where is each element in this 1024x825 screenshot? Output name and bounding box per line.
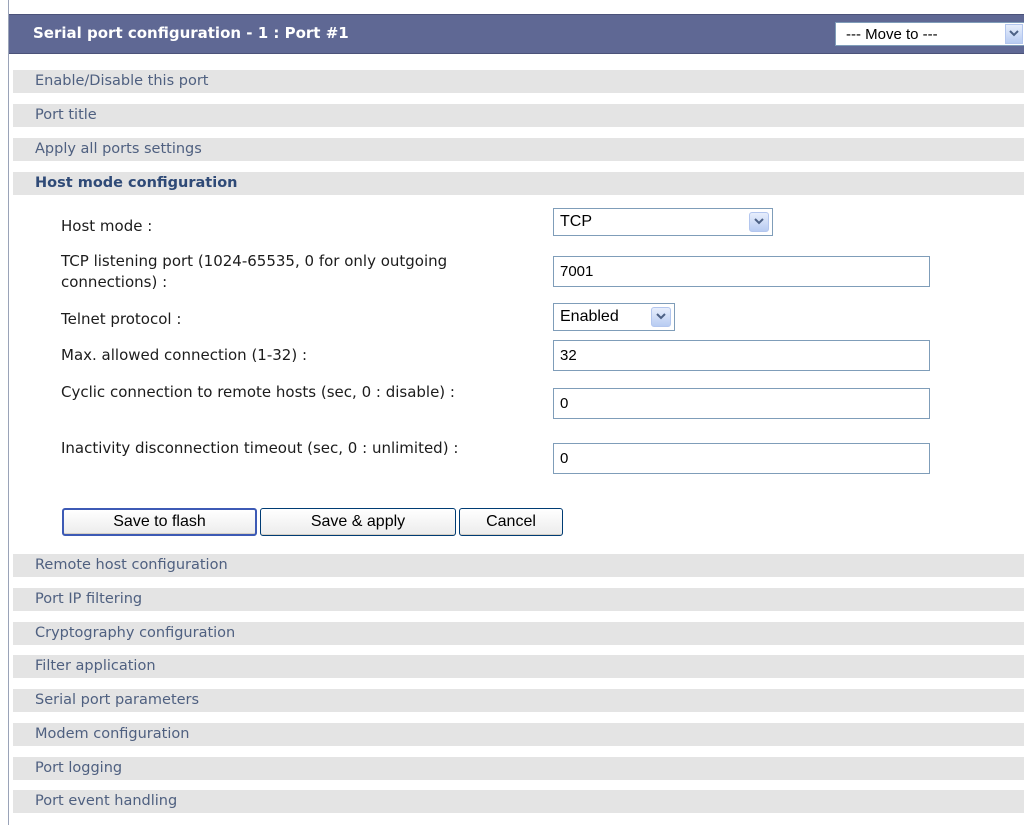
- inactivity-label: Inactivity disconnection timeout (sec, 0…: [61, 439, 459, 457]
- page-title: Serial port configuration - 1 : Port #1: [33, 24, 349, 42]
- section-modem[interactable]: Modem configuration: [13, 723, 1024, 746]
- host-mode-value: TCP: [560, 213, 592, 230]
- section-label: Host mode configuration: [35, 175, 238, 191]
- max-conn-value: 32: [560, 347, 577, 364]
- config-panel: Serial port configuration - 1 : Port #1 …: [8, 0, 1024, 825]
- chevron-down-icon[interactable]: [1005, 24, 1023, 44]
- max-conn-label: Max. allowed connection (1-32) :: [61, 346, 308, 364]
- inactivity-input[interactable]: 0: [553, 443, 930, 474]
- section-label: Port IP filtering: [35, 591, 143, 607]
- section-event-handling[interactable]: Port event handling: [13, 790, 1024, 813]
- telnet-label: Telnet protocol :: [61, 310, 182, 328]
- section-label: Remote host configuration: [35, 557, 228, 573]
- chevron-down-icon[interactable]: [749, 212, 769, 232]
- cyclic-input[interactable]: 0: [553, 388, 930, 419]
- telnet-select[interactable]: Enabled: [553, 303, 675, 331]
- section-label: Enable/Disable this port: [35, 73, 209, 89]
- section-port-title[interactable]: Port title: [13, 104, 1024, 127]
- cancel-button[interactable]: Cancel: [459, 508, 563, 536]
- telnet-value: Enabled: [560, 308, 619, 325]
- move-to-value: --- Move to ---: [846, 26, 938, 43]
- section-enable-disable[interactable]: Enable/Disable this port: [13, 70, 1024, 93]
- panel-header: Serial port configuration - 1 : Port #1 …: [9, 14, 1024, 54]
- section-serial-params[interactable]: Serial port parameters: [13, 689, 1024, 712]
- section-cryptography[interactable]: Cryptography configuration: [13, 622, 1024, 645]
- move-to-select[interactable]: --- Move to ---: [835, 22, 1024, 46]
- section-ip-filtering[interactable]: Port IP filtering: [13, 588, 1024, 611]
- section-port-logging[interactable]: Port logging: [13, 757, 1024, 780]
- section-label: Cryptography configuration: [35, 625, 236, 641]
- save-apply-button[interactable]: Save & apply: [260, 508, 456, 536]
- section-remote-host[interactable]: Remote host configuration: [13, 554, 1024, 577]
- section-filter-application[interactable]: Filter application: [13, 655, 1024, 678]
- section-label: Apply all ports settings: [35, 141, 202, 157]
- section-label: Filter application: [35, 658, 156, 674]
- chevron-down-icon[interactable]: [651, 307, 671, 327]
- tcp-port-label: TCP listening port (1024-65535, 0 for on…: [61, 252, 448, 291]
- tcp-port-value: 7001: [560, 263, 594, 280]
- section-label: Port title: [35, 107, 97, 123]
- host-mode-select[interactable]: TCP: [553, 208, 773, 236]
- cyclic-value: 0: [560, 395, 569, 412]
- section-host-mode[interactable]: Host mode configuration: [13, 172, 1024, 195]
- section-label: Serial port parameters: [35, 692, 200, 708]
- section-label: Port logging: [35, 760, 123, 776]
- section-label: Modem configuration: [35, 726, 190, 742]
- tcp-port-input[interactable]: 7001: [553, 256, 930, 287]
- save-to-flash-button[interactable]: Save to flash: [62, 508, 257, 536]
- max-conn-input[interactable]: 32: [553, 340, 930, 371]
- inactivity-value: 0: [560, 450, 569, 467]
- section-apply-all[interactable]: Apply all ports settings: [13, 138, 1024, 161]
- cyclic-label: Cyclic connection to remote hosts (sec, …: [61, 383, 455, 401]
- section-label: Port event handling: [35, 793, 178, 809]
- host-mode-label: Host mode :: [61, 217, 153, 235]
